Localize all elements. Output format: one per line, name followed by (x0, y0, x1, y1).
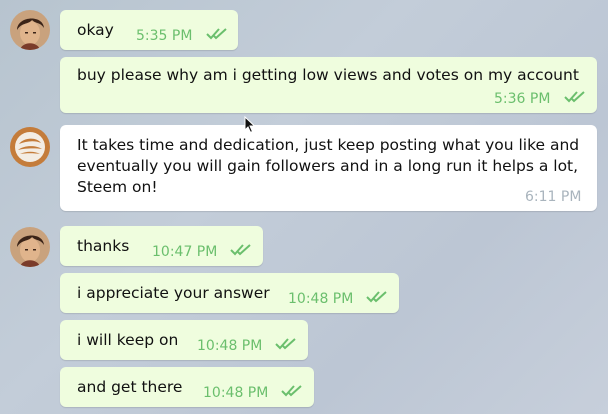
message-bubble[interactable]: buy please why am i getting low views an… (60, 57, 597, 113)
message-text: and get there (77, 378, 183, 396)
message-time: 10:48 PM (203, 385, 269, 401)
user-avatar[interactable] (10, 227, 50, 267)
message-bubble[interactable]: and get there 10:48 PM (60, 367, 314, 407)
message-time: 5:35 PM (136, 28, 193, 44)
message-bubble[interactable]: i will keep on 10:48 PM (60, 320, 308, 360)
message-text: thanks (77, 237, 130, 255)
message-bubble[interactable]: i appreciate your answer 10:48 PM (60, 273, 399, 313)
message-text: i appreciate your answer (77, 284, 270, 302)
chat-history[interactable]: okay 5:35 PM buy please why am i getting… (0, 0, 608, 414)
user-avatar[interactable] (10, 10, 50, 50)
double-check-icon (206, 28, 227, 40)
message-text: okay (77, 21, 114, 39)
message-text: buy please why am i getting low views an… (77, 66, 579, 84)
double-check-icon (275, 338, 296, 350)
message-text: i will keep on (77, 331, 179, 349)
message-bubble[interactable]: okay 5:35 PM (60, 10, 238, 50)
message-text: It takes time and dedication, just keep … (77, 136, 580, 196)
message-time: 10:48 PM (288, 291, 354, 307)
message-time: 10:47 PM (152, 244, 218, 260)
double-check-icon (281, 385, 302, 397)
message-bubble[interactable]: thanks 10:47 PM (60, 226, 263, 266)
double-check-icon (564, 91, 585, 103)
contact-avatar[interactable] (10, 127, 50, 167)
message-time: 10:48 PM (197, 338, 263, 354)
mouse-cursor-icon (244, 116, 256, 134)
message-time: 6:11 PM (525, 189, 582, 205)
double-check-icon (366, 291, 387, 303)
message-time: 5:36 PM (494, 91, 551, 107)
double-check-icon (230, 244, 251, 256)
message-bubble[interactable]: It takes time and dedication, just keep … (60, 125, 597, 211)
